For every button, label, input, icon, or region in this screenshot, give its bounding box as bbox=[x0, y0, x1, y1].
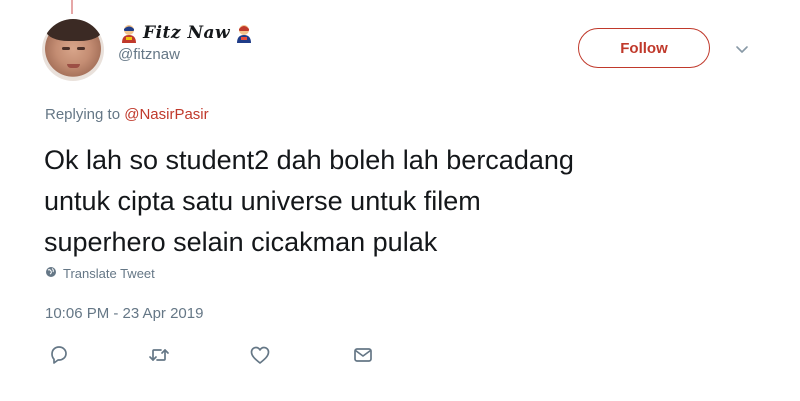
replying-to: Replying to @NasirPasir bbox=[45, 106, 209, 123]
user-info: Fitz Naw @fitznaw bbox=[118, 22, 255, 63]
display-name-text: Fitz Naw bbox=[143, 23, 231, 43]
retweet-icon[interactable] bbox=[147, 343, 171, 367]
translate-tweet-link[interactable]: Translate Tweet bbox=[45, 266, 155, 281]
avatar-hair bbox=[46, 19, 102, 41]
tweet-timestamp[interactable]: 10:06 PM - 23 Apr 2019 bbox=[45, 305, 203, 322]
avatar-eye-left bbox=[62, 47, 70, 50]
thread-connector-line bbox=[71, 0, 73, 14]
tweet-text: Ok lah so student2 dah boleh lah bercada… bbox=[44, 140, 764, 263]
envelope-icon[interactable] bbox=[351, 343, 375, 367]
user-handle[interactable]: @fitznaw bbox=[118, 46, 255, 63]
display-name-row[interactable]: Fitz Naw bbox=[118, 22, 255, 44]
translate-tweet-label: Translate Tweet bbox=[63, 266, 155, 281]
tweet-text-line: untuk cipta satu universe untuk filem bbox=[44, 186, 481, 216]
reply-icon[interactable] bbox=[47, 343, 71, 367]
chevron-down-icon[interactable] bbox=[734, 41, 750, 57]
avatar-eye-right bbox=[77, 47, 85, 50]
tweet-text-line: superhero selain cicakman pulak bbox=[44, 227, 438, 257]
reply-mention-link[interactable]: @NasirPasir bbox=[124, 106, 208, 123]
superhero-emoji-icon bbox=[233, 22, 255, 44]
tweet-actions-bar bbox=[0, 343, 800, 369]
heart-icon[interactable] bbox=[248, 343, 272, 367]
tweet-text-line: Ok lah so student2 dah boleh lah bercada… bbox=[44, 145, 574, 175]
superhero-emoji-icon bbox=[118, 22, 140, 44]
avatar[interactable] bbox=[42, 19, 104, 81]
globe-icon bbox=[45, 266, 57, 281]
replying-to-prefix: Replying to bbox=[45, 106, 121, 123]
follow-button[interactable]: Follow bbox=[578, 28, 710, 68]
avatar-mouth bbox=[67, 64, 80, 68]
